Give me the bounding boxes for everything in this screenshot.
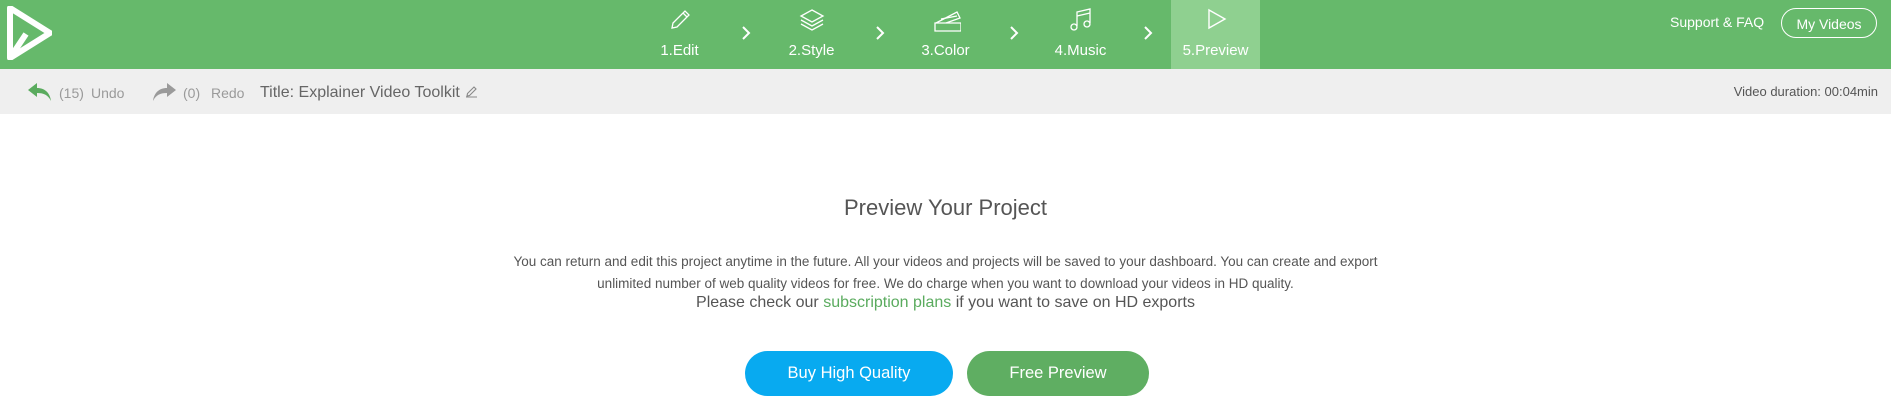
- support-faq-link[interactable]: Support & FAQ: [1670, 14, 1764, 30]
- step-style[interactable]: 2.Style: [767, 0, 856, 69]
- info-paragraph: You can return and edit this project any…: [513, 254, 1378, 291]
- pencil-icon: [671, 10, 690, 29]
- project-title-text: Title: Explainer Video Toolkit: [260, 84, 460, 101]
- subscription-note: Please check our subscription plans if y…: [0, 294, 1891, 312]
- undo-label: Undo: [91, 85, 125, 101]
- top-navigation-bar: 1.Edit 2.Style 3.Color 4.Music 5.Preview…: [0, 0, 1891, 69]
- editor-toolbar: (15) Undo (0) Redo Title: Explainer Vide…: [0, 69, 1891, 114]
- chevron-right-icon: [1144, 26, 1153, 40]
- edit-pencil-icon: [465, 86, 477, 98]
- chevron-right-icon: [1010, 26, 1019, 40]
- step-label: 4.Music: [1054, 42, 1107, 59]
- undo-button[interactable]: (15) Undo: [27, 81, 137, 103]
- subscription-plans-link[interactable]: subscription plans: [823, 294, 951, 311]
- music-note-icon: [1070, 8, 1091, 31]
- redo-label: Redo: [211, 85, 245, 101]
- subscription-note-prefix: Please check our: [696, 294, 819, 311]
- app-logo-icon[interactable]: [6, 6, 52, 60]
- step-label: 5.Preview: [1182, 42, 1249, 59]
- play-icon: [1208, 8, 1227, 30]
- step-label: 1.Edit: [660, 42, 699, 59]
- page-title: Preview Your Project: [844, 195, 1047, 220]
- free-preview-button[interactable]: Free Preview: [967, 351, 1149, 396]
- layers-icon: [799, 9, 825, 31]
- redo-count: (0): [183, 85, 201, 101]
- step-label: 3.Color: [921, 42, 970, 59]
- chevron-right-icon: [876, 26, 885, 40]
- subscription-note-suffix: if you want to save on HD exports: [955, 294, 1195, 311]
- step-label: 2.Style: [788, 42, 835, 59]
- redo-button[interactable]: (0) Redo: [151, 81, 251, 103]
- step-preview[interactable]: 5.Preview: [1171, 0, 1260, 69]
- swatch-icon: [934, 11, 961, 32]
- undo-count: (15): [59, 85, 84, 101]
- video-duration: Video duration: 00:04min: [1733, 84, 1878, 99]
- project-title[interactable]: Title: Explainer Video Toolkit: [260, 84, 478, 102]
- buy-high-quality-button[interactable]: Buy High Quality: [745, 351, 953, 396]
- step-color[interactable]: 3.Color: [901, 0, 990, 69]
- my-videos-button[interactable]: My Videos: [1781, 8, 1877, 38]
- undo-icon: [28, 83, 51, 101]
- step-music[interactable]: 4.Music: [1036, 0, 1125, 69]
- chevron-right-icon: [742, 26, 751, 40]
- step-edit[interactable]: 1.Edit: [635, 0, 724, 69]
- redo-icon: [153, 83, 176, 101]
